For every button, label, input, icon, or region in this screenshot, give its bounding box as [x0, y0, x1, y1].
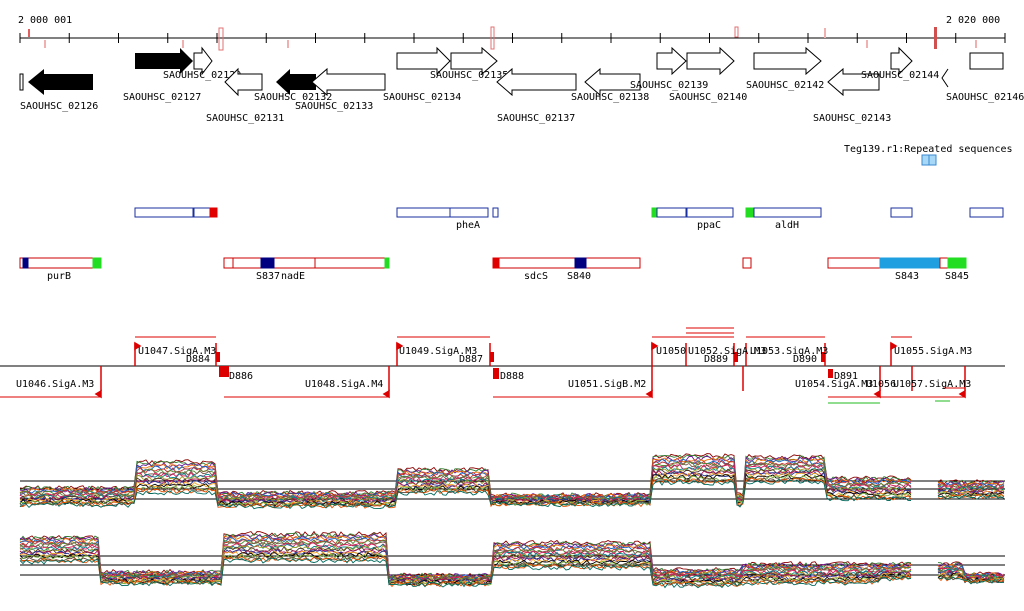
promoter-label: D888 [500, 371, 524, 382]
feature-box[interactable] [742, 257, 752, 269]
gene-label: SAOUHSC_02134 [383, 92, 461, 103]
gene-label: SAOUHSC_02131 [206, 113, 284, 124]
promoter-label: U1050 [656, 346, 686, 357]
feature-box[interactable] [396, 207, 451, 218]
gene-label: SAOUHSC_02137 [497, 113, 575, 124]
feature-box[interactable] [969, 207, 1004, 218]
feature-box[interactable] [193, 207, 211, 218]
gene-label: SAOUHSC_02126 [20, 101, 98, 112]
feature-label: ppaC [697, 220, 721, 231]
feature-box[interactable] [223, 257, 234, 269]
promoter-label: D886 [229, 371, 253, 382]
feature-label: S837 [256, 271, 280, 282]
promoter-track: U1047.SigA.M3 D884 U1049.SigA.M3 D887 U1… [0, 327, 1005, 404]
gene-label: SAOUHSC_02127 [123, 92, 201, 103]
feature-box[interactable] [134, 207, 194, 218]
feature-box[interactable] [939, 257, 949, 269]
promoter-label: U1046.SigA.M3 [16, 379, 94, 390]
gene-label: SAOUHSC_02146 [946, 92, 1024, 103]
gene-label: SAOUHSC_02144 [861, 70, 939, 81]
feature-box[interactable] [314, 257, 386, 269]
promoter-label: U1051.SigB.M2 [568, 379, 646, 390]
feature-box[interactable] [890, 207, 913, 218]
coordinate-ruler: 2 000 001 2 020 000 [18, 15, 1006, 51]
gene-label: SAOUHSC_02139 [630, 80, 708, 91]
expression-track-minus [19, 530, 1005, 589]
gene-arrow[interactable] [496, 67, 577, 97]
gene-label: SAOUHSC_02135 [430, 70, 508, 81]
feature-box[interactable] [449, 207, 489, 218]
feature-label: purB [47, 271, 71, 282]
gene-arrow[interactable] [656, 46, 687, 76]
feature-box[interactable] [827, 257, 881, 269]
minus-strand-track [19, 257, 967, 269]
gene-track: SAOUHSC_02126 SAOUHSC_02127 SAOUHSC_0212… [19, 46, 1024, 124]
ruler-end-label: 2 020 000 [946, 15, 1000, 26]
feature-box[interactable] [492, 207, 499, 218]
promoter-label: D884 [186, 354, 210, 365]
gene-label: SAOUHSC_02138 [571, 92, 649, 103]
expression-track-plus [19, 453, 1005, 510]
promoter-label: U1057.SigA.M3 [893, 379, 971, 390]
feature-box[interactable] [492, 257, 641, 269]
gene-arrow[interactable] [941, 52, 1004, 88]
feature-box[interactable] [686, 207, 734, 218]
repeat-track-label: Teg139.r1:Repeated sequences [844, 144, 1013, 155]
gene-arrow[interactable] [19, 69, 93, 95]
genome-browser-view: 2 000 001 2 020 000 SAOUHSC_02126 SAOUHS… [0, 15, 1024, 589]
gene-arrow[interactable] [311, 67, 386, 97]
promoter-label: U1055.SigA.M3 [894, 346, 972, 357]
feature-label: S840 [567, 271, 591, 282]
promoter-label: U1056 [866, 379, 896, 390]
promoter-label: D890 [793, 354, 817, 365]
gene-label: SAOUHSC_02143 [813, 113, 891, 124]
feature-box[interactable] [879, 257, 941, 269]
repeat-track: Teg139.r1:Repeated sequences [844, 144, 1013, 166]
gene-label: SAOUHSC_02140 [669, 92, 747, 103]
gene-arrow[interactable] [753, 46, 822, 76]
promoter-label: U1048.SigA.M4 [305, 379, 383, 390]
feature-label: aldH [775, 220, 799, 231]
promoter-label: D887 [459, 354, 483, 365]
feature-label: sdcS [524, 271, 548, 282]
feature-box[interactable] [19, 257, 101, 269]
feature-label: pheA [456, 220, 480, 231]
promoter-label: U1054.SigA.M3 [795, 379, 873, 390]
feature-label: S843 [895, 271, 919, 282]
gene-arrow[interactable] [686, 46, 735, 76]
feature-label: nadE [281, 271, 305, 282]
gene-label: SAOUHSC_02142 [746, 80, 824, 91]
feature-label: S845 [945, 271, 969, 282]
ruler-start-label: 2 000 001 [18, 15, 72, 26]
gene-label: SAOUHSC_02133 [295, 101, 373, 112]
plus-strand-track [134, 207, 1004, 218]
promoter-label: D889 [704, 354, 728, 365]
feature-box[interactable] [753, 207, 822, 218]
feature-box[interactable] [656, 207, 687, 218]
